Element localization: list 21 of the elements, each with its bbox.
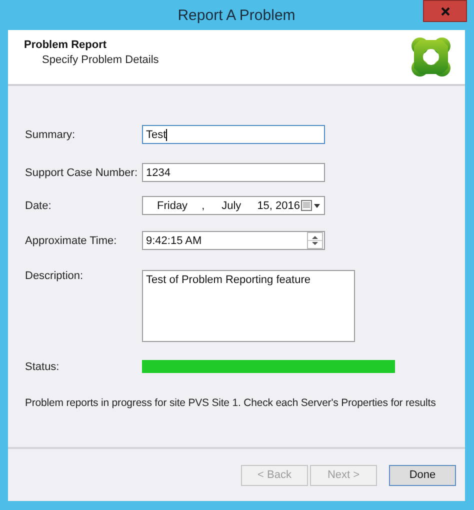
window-title: Report A Problem: [178, 6, 296, 24]
close-icon[interactable]: [440, 6, 450, 16]
field-label: Description:: [25, 270, 84, 282]
field-label: Status:: [25, 360, 60, 372]
text-field[interactable]: Test: [142, 125, 325, 144]
logo-icon: [411, 37, 451, 77]
description-field[interactable]: Test of Problem Reporting feature: [142, 270, 355, 342]
field-label: Support Case Number:: [25, 166, 138, 178]
calendar-dropdown-icon[interactable]: [301, 200, 321, 211]
header-subtitle: Specify Problem Details: [41, 54, 159, 66]
wizard-button[interactable]: Done: [389, 464, 456, 486]
spinner-icon[interactable]: [307, 232, 323, 249]
date-picker[interactable]: Friday , July 15, 2016: [142, 196, 325, 215]
field-label: Date:: [25, 200, 52, 212]
time-field[interactable]: 9:42:15 AM: [142, 231, 325, 250]
field-label: Approximate Time:: [25, 234, 118, 246]
text-field[interactable]: 1234: [142, 163, 325, 182]
close-button[interactable]: [423, 0, 467, 22]
field-label: Summary:: [25, 128, 76, 140]
status-message: Problem reports in progress for site PVS Site 1. Check each Server's Properties for results: [25, 397, 437, 409]
header-title: Problem Report: [24, 39, 108, 51]
